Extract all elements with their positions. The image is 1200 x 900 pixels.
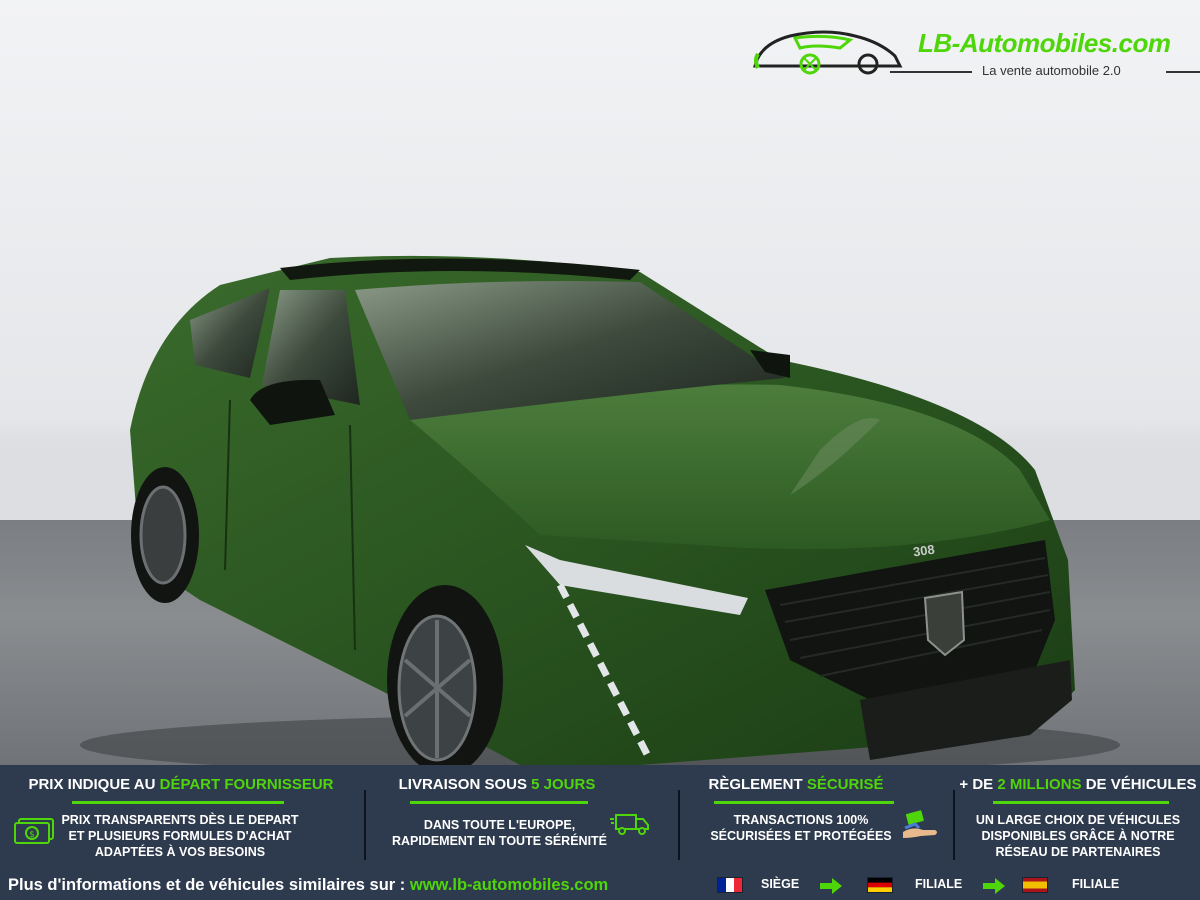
car-illustration bbox=[80, 255, 1120, 765]
brand-logo[interactable]: LB-Automobiles.com La vente automobile 2… bbox=[750, 22, 1200, 82]
info-banner: PRIX INDIQUE AU DÉPART FOURNISSEUR $ PRI… bbox=[0, 765, 1200, 900]
location-label: FILIALE bbox=[915, 877, 963, 891]
vehicles-rule bbox=[993, 801, 1169, 804]
payment-hand-icon bbox=[903, 810, 937, 838]
payment-rule bbox=[714, 801, 894, 804]
location-label: FILIALE bbox=[1072, 877, 1120, 891]
footer-text: Plus d'informations et de véhicules simi… bbox=[8, 876, 609, 894]
arrow-right-icon bbox=[820, 878, 842, 894]
spain-flag-icon bbox=[1022, 877, 1048, 893]
car-photo: 308 LB-Automobiles.com La vente automobi… bbox=[0, 0, 1200, 765]
info-col-payment: RÈGLEMENT SÉCURISÉ TRANSACTIONS 100% SÉC… bbox=[681, 765, 951, 870]
svg-text:$: $ bbox=[29, 830, 35, 840]
delivery-text: DANS TOUTE L'EUROPE, RAPIDEMENT EN TOUTE… bbox=[391, 818, 608, 848]
price-rule bbox=[72, 801, 284, 804]
info-col-delivery: LIVRAISON SOUS 5 JOURS DANS TOUTE L'EURO… bbox=[367, 765, 677, 870]
logo-name: LB-Automobiles.com bbox=[918, 28, 1171, 58]
website-link[interactable]: www.lb-automobiles.com bbox=[410, 876, 608, 894]
logo-line-left bbox=[890, 71, 972, 73]
payment-text: TRANSACTIONS 100% SÉCURISÉES ET PROTÉGÉE… bbox=[710, 813, 892, 843]
price-title: PRIX INDIQUE AU DÉPART FOURNISSEUR bbox=[28, 776, 334, 793]
info-col-vehicles: + DE 2 MILLIONS DE VÉHICULES UN LARGE CH… bbox=[956, 765, 1200, 870]
footer-bar: Plus d'informations et de véhicules simi… bbox=[0, 868, 1200, 900]
france-flag-icon bbox=[717, 877, 743, 893]
price-text: PRIX TRANSPARENTS DÈS LE DEPART ET PLUSI… bbox=[61, 813, 299, 859]
germany-flag-icon bbox=[867, 877, 893, 893]
vehicles-text: UN LARGE CHOIX DE VÉHICULES DISPONIBLES … bbox=[975, 813, 1181, 859]
payment-title: RÈGLEMENT SÉCURISÉ bbox=[708, 776, 884, 793]
car-model-badge: 308 bbox=[912, 541, 936, 560]
delivery-truck-icon bbox=[610, 814, 649, 835]
delivery-title: LIVRAISON SOUS 5 JOURS bbox=[398, 776, 596, 793]
banner-separator bbox=[953, 790, 955, 860]
car-logo-icon bbox=[753, 30, 903, 75]
vehicles-title: + DE 2 MILLIONS DE VÉHICULES bbox=[959, 776, 1197, 793]
location-label: SIÈGE bbox=[761, 877, 800, 891]
info-col-price: PRIX INDIQUE AU DÉPART FOURNISSEUR $ PRI… bbox=[0, 765, 362, 870]
cash-icon: $ bbox=[14, 818, 54, 844]
logo-tagline: La vente automobile 2.0 bbox=[982, 63, 1121, 78]
delivery-rule bbox=[410, 801, 588, 804]
arrow-right-icon bbox=[983, 878, 1005, 894]
banner-separator bbox=[364, 790, 366, 860]
logo-line-right bbox=[1166, 71, 1200, 73]
banner-separator bbox=[678, 790, 680, 860]
